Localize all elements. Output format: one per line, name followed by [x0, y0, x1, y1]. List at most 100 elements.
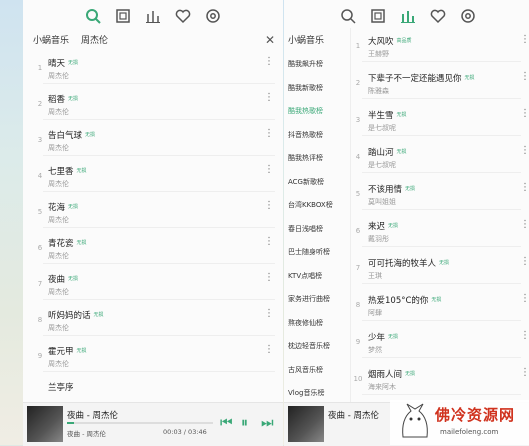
previous-icon[interactable]: ⏮ [220, 415, 233, 431]
song-row[interactable]: 9 霍元甲 无损 周杰伦 ⋮ [23, 338, 283, 372]
chart-category-item[interactable]: KTV点唱榜 [284, 264, 350, 286]
chart-category-item[interactable]: Vlog音乐榜 [284, 381, 350, 403]
chart-category-item[interactable]: 春日浅唱榜 [284, 217, 350, 239]
more-options-icon[interactable]: ⋮ [520, 109, 529, 119]
chart-category-label: ACG新歌榜 [288, 177, 324, 186]
more-options-icon[interactable]: ⋮ [520, 220, 529, 230]
chart-category-item[interactable]: 酷我热歌榜 [284, 99, 350, 121]
song-row[interactable]: 5 花海 无损 周杰伦 ⋮ [23, 194, 283, 228]
more-options-icon[interactable]: ⋮ [520, 72, 529, 82]
more-options-icon[interactable]: ⋮ [264, 129, 274, 139]
progress-fill [67, 422, 75, 424]
song-row[interactable]: 8 热爱105°C的你 无损 阿肆 ⋮ [352, 287, 529, 321]
song-title-text: 下辈子不一定还能遇见你 [368, 74, 462, 84]
song-artist: 周杰伦 [48, 216, 69, 224]
tab-xiaowo[interactable]: 小蜗音乐 [33, 33, 69, 46]
song-row[interactable]: 4 踏山河 无损 是七叔呢 ⋮ [352, 139, 529, 173]
more-options-icon[interactable]: ⋮ [264, 93, 274, 103]
more-options-icon[interactable]: ⋮ [264, 273, 274, 283]
more-options-icon[interactable]: ⋮ [264, 237, 274, 247]
chart-category-item[interactable]: 巴士随身听榜 [284, 240, 350, 262]
song-row[interactable]: 1 大风吹 高品质 王赫野 ⋮ [352, 28, 529, 62]
song-title-text: 可可托海的牧羊人 [368, 259, 437, 269]
close-icon[interactable]: ✕ [265, 33, 275, 47]
tab-search-query[interactable]: 周杰伦 [81, 33, 108, 46]
song-title: 烟雨人间 无损 [368, 368, 415, 380]
more-options-icon[interactable]: ⋮ [264, 345, 274, 355]
chart-icon[interactable] [398, 6, 418, 26]
window-icon[interactable] [113, 6, 133, 26]
song-row[interactable]: 6 来迟 无损戴羽彤 ⋮ [352, 213, 529, 247]
song-number: 6 [355, 227, 361, 235]
song-row[interactable]: 3 告白气球 无损 周杰伦 ⋮ [23, 122, 283, 156]
more-options-icon[interactable]: ⋮ [264, 309, 274, 319]
more-options-icon[interactable]: ⋮ [520, 331, 529, 341]
song-row[interactable]: 7 夜曲 无损 周杰伦 ⋮ [23, 266, 283, 300]
song-artist: 戴羽彤 [368, 235, 389, 243]
song-title-text: 听妈妈的话 [48, 311, 91, 321]
song-row[interactable]: 8 听妈妈的话 无损 周杰伦 ⋮ [23, 302, 283, 336]
more-options-icon[interactable]: ⋮ [264, 201, 274, 211]
chart-category-item[interactable]: 家务进行曲榜 [284, 287, 350, 309]
chart-category-label: 家务进行曲榜 [288, 295, 330, 303]
row-separator [362, 172, 521, 173]
song-artist: 是七叔呢 [368, 161, 396, 169]
chart-category-item[interactable]: ACG新歌榜 [284, 170, 350, 192]
more-options-icon[interactable]: ⋮ [520, 294, 529, 304]
chart-category-item[interactable]: 酷我热评榜 [284, 146, 350, 168]
row-separator [43, 191, 275, 192]
song-title-text: 青花瓷 [48, 239, 74, 249]
song-row[interactable]: 2 稻香 无损 周杰伦 ⋮ [23, 86, 283, 120]
more-options-icon[interactable]: ⋮ [520, 35, 529, 45]
chart-category-item[interactable]: 熬夜修仙榜 [284, 311, 350, 333]
search-icon[interactable] [338, 6, 358, 26]
song-title: 热爱105°C的你 无损 [368, 294, 441, 306]
chart-category-item[interactable]: 酷我飙升榜 [284, 52, 350, 74]
settings-icon[interactable] [203, 6, 223, 26]
quality-badge: 无损 [464, 75, 475, 81]
window-icon[interactable] [368, 6, 388, 26]
chart-category-item[interactable]: 抖音热歌榜 [284, 123, 350, 145]
song-row[interactable]: 9 少年 无损 梦然 ⋮ [352, 324, 529, 358]
charts-panel: 小蜗音乐 酷我飙升榜 酷我新歌榜 酷我热歌榜 抖音热歌榜 酷我热评榜 ACG新歌榜台湾KK… [284, 0, 529, 445]
song-row[interactable]: 10 烟雨人间 无损 海来阿木 ⋮ [352, 361, 529, 395]
album-cover[interactable] [288, 406, 324, 442]
pause-icon[interactable]: ⏸ [241, 415, 248, 431]
song-number: 5 [355, 190, 361, 198]
song-title: 下辈子不一定还能遇见你 无损 [368, 72, 475, 84]
more-options-icon[interactable]: ⋮ [520, 183, 529, 193]
row-separator [362, 394, 521, 395]
song-title: 来迟 无损 [368, 220, 398, 232]
more-options-icon[interactable]: ⋮ [264, 57, 274, 67]
song-row[interactable]: 5 不该用情 无损 莫叫姐姐 ⋮ [352, 176, 529, 210]
song-title: 稻香 无损 [48, 93, 78, 105]
song-row[interactable]: 7 可可托海的牧羊人 无损 王琪 ⋮ [352, 250, 529, 284]
chart-icon[interactable] [143, 6, 163, 26]
song-row[interactable]: 4 七里香 无损 周杰伦 ⋮ [23, 158, 283, 192]
song-row[interactable]: 2 下辈子不一定还能遇见你 无损 陈雅森 ⋮ [352, 65, 529, 99]
search-icon[interactable] [83, 6, 103, 26]
album-cover[interactable] [27, 406, 63, 442]
heart-icon[interactable] [428, 6, 448, 26]
more-options-icon[interactable]: ⋮ [264, 165, 274, 175]
progress-bar[interactable] [67, 422, 213, 424]
chart-category-item[interactable]: 台湾KKBOX榜 [284, 193, 350, 215]
song-row[interactable]: 1 晴天 无损 周杰伦 ⋮ [23, 50, 283, 84]
song-number: 8 [37, 316, 43, 324]
chart-category-item[interactable]: 枕边轻音乐榜 [284, 334, 350, 356]
song-number: 3 [37, 136, 43, 144]
chart-category-item[interactable]: 古风音乐榜 [284, 358, 350, 380]
song-number: 1 [355, 42, 361, 50]
more-options-icon[interactable]: ⋮ [520, 257, 529, 267]
tab-xiaowo[interactable]: 小蜗音乐 [288, 33, 324, 46]
more-options-icon[interactable]: ⋮ [520, 368, 529, 378]
settings-icon[interactable] [458, 6, 478, 26]
next-icon[interactable]: ⏭ [261, 415, 274, 431]
more-options-icon[interactable]: ⋮ [520, 146, 529, 156]
song-row[interactable]: 6 青花瓷 无损 周杰伦 ⋮ [23, 230, 283, 264]
chart-category-item[interactable]: 酷我新歌榜 [284, 76, 350, 98]
song-row[interactable]: 3 半生雪 无损 是七叔呢 ⋮ [352, 102, 529, 136]
heart-icon[interactable] [173, 6, 193, 26]
quality-badge: 无损 [396, 112, 407, 118]
song-title-text: 夜曲 [48, 275, 66, 285]
